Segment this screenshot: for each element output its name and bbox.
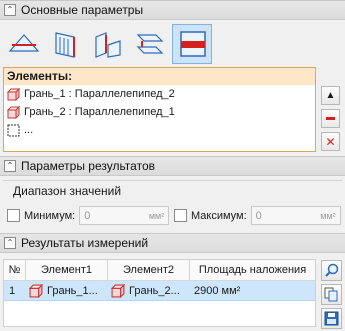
element-label: Грань_1 : Параллелепипед_2: [24, 88, 175, 100]
list-item[interactable]: Грань_2 : Параллелепипед_1: [4, 103, 315, 121]
collapse-icon[interactable]: ⌃: [4, 160, 16, 172]
min-input[interactable]: 0 мм²: [79, 206, 170, 225]
col-element1[interactable]: Элемент1: [26, 260, 108, 280]
copy-button[interactable]: [321, 284, 342, 305]
value-range-title: Диапазон значений: [13, 184, 122, 198]
result-params-header[interactable]: ⌃ Параметры результатов: [0, 156, 345, 176]
results-table[interactable]: № Элемент1 Элемент2 Площадь наложения 1 …: [3, 259, 316, 327]
edge-measure-button[interactable]: [4, 24, 44, 64]
move-up-button[interactable]: ▲: [321, 86, 340, 105]
box-face-icon: [29, 283, 43, 298]
max-input[interactable]: 0 мм²: [250, 206, 341, 225]
element-label: ...: [24, 124, 34, 136]
cell-element1: Грань_1...: [26, 281, 108, 300]
copy-icon: [324, 287, 338, 302]
elements-list[interactable]: Элементы: Грань_1 : Параллелепипед_2 Гра…: [3, 67, 316, 152]
collapse-icon[interactable]: ⌃: [4, 237, 16, 249]
max-unit: мм²: [320, 210, 336, 221]
empty-slot-icon: [7, 124, 20, 136]
box-face-icon: [7, 87, 20, 101]
shape-face-icon: [55, 32, 75, 58]
col-overlap-area[interactable]: Площадь наложения: [190, 260, 315, 280]
main-params-header[interactable]: ⌃ Основные параметры: [0, 0, 345, 20]
save-button[interactable]: [321, 308, 342, 329]
box-face-icon: [7, 105, 20, 119]
minus-icon: [326, 117, 335, 120]
cell-element1-text: Грань_1...: [47, 284, 98, 297]
col-element2[interactable]: Элемент2: [108, 260, 190, 280]
cell-overlap-area: 2900 мм²: [194, 284, 241, 297]
parallel-planes-button[interactable]: [130, 24, 170, 64]
floppy-disk-icon: [324, 311, 339, 326]
measurement-type-toolbar: [4, 24, 212, 64]
result-params-title: Параметры результатов: [21, 159, 155, 173]
chevron-up-icon: ▲: [325, 90, 336, 101]
overlap-area-icon: [180, 31, 206, 57]
list-item[interactable]: Грань_1 : Параллелепипед_2: [4, 85, 315, 103]
main-params-title: Основные параметры: [21, 3, 144, 17]
min-value: 0: [84, 209, 91, 222]
shape-edge-icon: [8, 34, 40, 52]
collapse-icon[interactable]: ⌃: [4, 4, 16, 16]
min-row: Минимум: 0 мм²: [7, 206, 170, 225]
max-row: Максимум: 0 мм²: [174, 206, 341, 225]
zoom-button[interactable]: [321, 260, 342, 281]
delete-all-button[interactable]: ✕: [321, 132, 340, 151]
magnifier-icon: [325, 263, 339, 277]
table-row[interactable]: 1 Грань_1... Грань_2... 2900 мм²: [4, 281, 315, 301]
min-label: Минимум:: [24, 209, 76, 222]
min-checkbox[interactable]: [7, 209, 20, 222]
remove-button[interactable]: [321, 109, 340, 128]
close-icon: ✕: [325, 134, 336, 149]
max-value: 0: [255, 209, 262, 222]
elements-label: Элементы:: [4, 68, 315, 85]
min-unit: мм²: [148, 210, 165, 221]
max-checkbox[interactable]: [174, 209, 187, 222]
angle-measure-button[interactable]: [88, 24, 128, 64]
face-measure-button[interactable]: [46, 24, 86, 64]
cell-element2: Грань_2...: [108, 281, 190, 300]
shape-parallel-planes-icon: [136, 34, 164, 54]
measurements-title: Результаты измерений: [21, 236, 149, 250]
overlap-area-button[interactable]: [172, 24, 212, 64]
col-num[interactable]: №: [4, 260, 26, 280]
list-item-add[interactable]: ...: [4, 121, 315, 139]
cell-num: 1: [9, 284, 16, 297]
element-label: Грань_2 : Параллелепипед_1: [24, 106, 175, 118]
table-header: № Элемент1 Элемент2 Площадь наложения: [4, 260, 315, 281]
box-face-icon: [111, 283, 125, 298]
measurements-header[interactable]: ⌃ Результаты измерений: [0, 233, 345, 253]
shape-angle-icon: [95, 32, 121, 58]
cell-element2-text: Грань_2...: [129, 284, 180, 297]
max-label: Максимум:: [191, 209, 247, 222]
